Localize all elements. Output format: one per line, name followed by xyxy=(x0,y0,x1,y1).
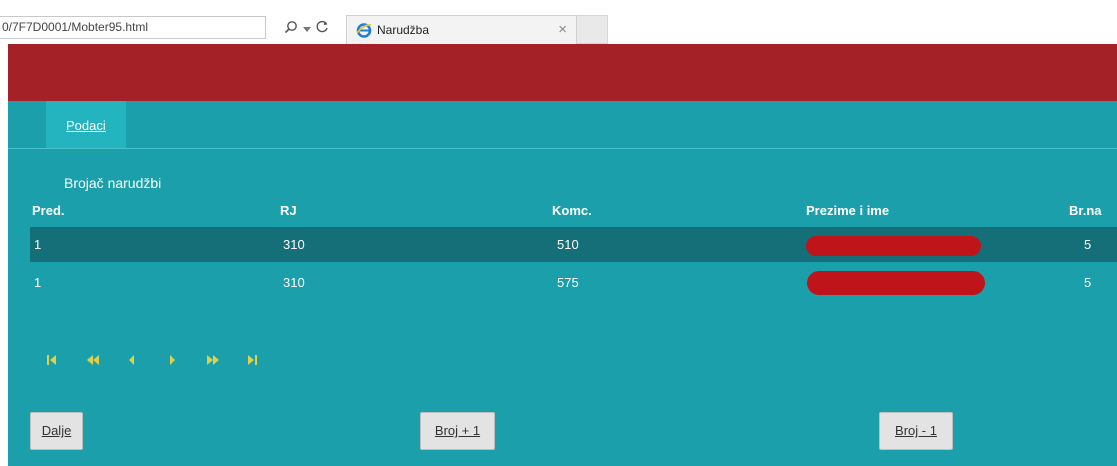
tab-title: Narudžba xyxy=(377,23,430,37)
column-header-rj: RJ xyxy=(280,203,297,218)
app-header xyxy=(8,44,1117,101)
cell-komc: 510 xyxy=(557,237,579,252)
dalje-button[interactable]: Dalje xyxy=(30,412,83,450)
cell-komc: 575 xyxy=(557,275,579,290)
fast-backward-icon[interactable] xyxy=(86,354,126,369)
address-tools xyxy=(284,18,329,38)
tab-bar: Podaci xyxy=(8,101,1117,149)
cell-pred: 1 xyxy=(34,237,42,252)
browser-chrome: 0/7F7D0001/Mobter95.html Narudžba × xyxy=(0,0,1117,44)
new-tab-button[interactable] xyxy=(577,15,608,44)
cell-brna: 5 xyxy=(1084,237,1092,252)
cell-pred: 1 xyxy=(34,275,42,290)
redacted-name xyxy=(806,236,981,256)
redacted-name xyxy=(807,271,985,295)
last-page-icon[interactable] xyxy=(246,354,286,369)
broj-plus-button[interactable]: Broj + 1 xyxy=(420,412,495,450)
previous-icon[interactable] xyxy=(126,354,166,369)
table-header: Pred. RJ Komc. Prezime i ime Br.na xyxy=(8,203,1117,223)
broj-minus-button[interactable]: Broj - 1 xyxy=(879,412,953,450)
column-header-pred: Pred. xyxy=(32,203,65,218)
ie-logo-icon xyxy=(356,23,372,38)
browser-tab[interactable]: Narudžba × xyxy=(346,15,577,44)
column-header-prezime: Prezime i ime xyxy=(806,203,890,218)
search-icon[interactable] xyxy=(284,20,298,37)
chevron-down-icon[interactable] xyxy=(303,21,311,36)
refresh-icon[interactable] xyxy=(316,20,329,36)
app-body: Podaci Brojač narudžbi Pred. RJ Komc. Pr… xyxy=(8,101,1117,466)
column-header-brna: Br.na xyxy=(1069,203,1102,218)
cell-rj: 310 xyxy=(283,237,305,252)
cell-rj: 310 xyxy=(283,275,305,290)
tab-podaci[interactable]: Podaci xyxy=(46,101,126,148)
first-page-icon[interactable] xyxy=(46,354,86,369)
next-icon[interactable] xyxy=(166,354,206,369)
column-header-komc: Komc. xyxy=(552,203,592,218)
close-icon[interactable]: × xyxy=(558,21,567,38)
address-bar[interactable]: 0/7F7D0001/Mobter95.html xyxy=(0,16,266,39)
table-caption: Brojač narudžbi xyxy=(64,175,162,191)
table-row[interactable]: 1 310 575 5 xyxy=(30,265,1117,300)
pager xyxy=(46,354,286,369)
table-row[interactable]: 1 310 510 5 xyxy=(30,227,1117,262)
fast-forward-icon[interactable] xyxy=(206,354,246,369)
cell-brna: 5 xyxy=(1084,275,1092,290)
